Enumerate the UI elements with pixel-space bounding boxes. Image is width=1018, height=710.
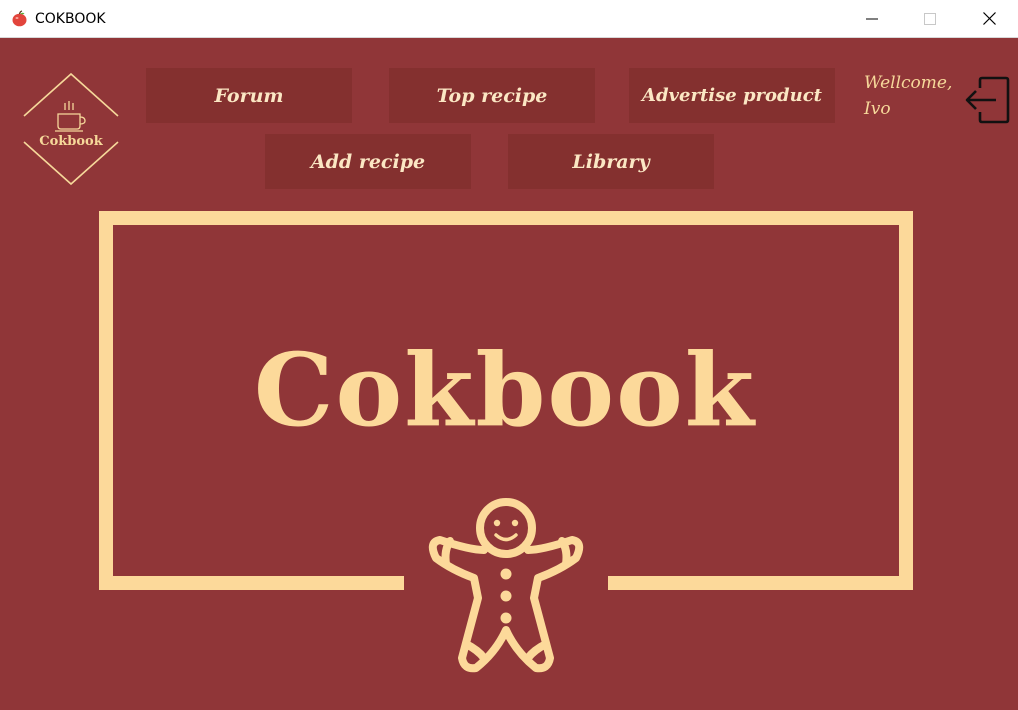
hero-title: Cokbook bbox=[253, 331, 757, 449]
advertise-product-button[interactable]: Advertise product bbox=[629, 68, 835, 123]
minimize-icon bbox=[866, 18, 878, 19]
logout-button[interactable] bbox=[962, 76, 1012, 126]
window-titlebar: COKBOOK bbox=[0, 0, 1018, 38]
coffee-cup-icon bbox=[55, 101, 86, 132]
logout-icon bbox=[965, 76, 1010, 124]
close-button[interactable] bbox=[966, 0, 1012, 37]
maximize-button[interactable] bbox=[907, 0, 953, 37]
top-recipe-button[interactable]: Top recipe bbox=[389, 68, 595, 123]
maximize-icon bbox=[924, 12, 936, 25]
window-title: COKBOOK bbox=[35, 11, 106, 27]
welcome-text: Wellcome, Ivo bbox=[864, 70, 964, 122]
forum-button[interactable]: Forum bbox=[146, 68, 352, 123]
library-button[interactable]: Library bbox=[508, 134, 714, 189]
user-name: Ivo bbox=[864, 99, 891, 119]
apple-icon bbox=[12, 10, 27, 27]
welcome-greeting: Wellcome, bbox=[864, 73, 953, 93]
close-icon bbox=[982, 12, 996, 25]
logo[interactable]: Cokbook bbox=[22, 72, 120, 186]
minimize-button[interactable] bbox=[849, 0, 895, 37]
gingerbread-man-icon bbox=[428, 498, 584, 673]
add-recipe-button[interactable]: Add recipe bbox=[265, 134, 471, 189]
logo-label: Cokbook bbox=[39, 134, 103, 149]
app-window: Cokbook Cokbook Forum Top recipe Adverti… bbox=[0, 38, 1018, 710]
logo-diamond bbox=[23, 72, 119, 186]
